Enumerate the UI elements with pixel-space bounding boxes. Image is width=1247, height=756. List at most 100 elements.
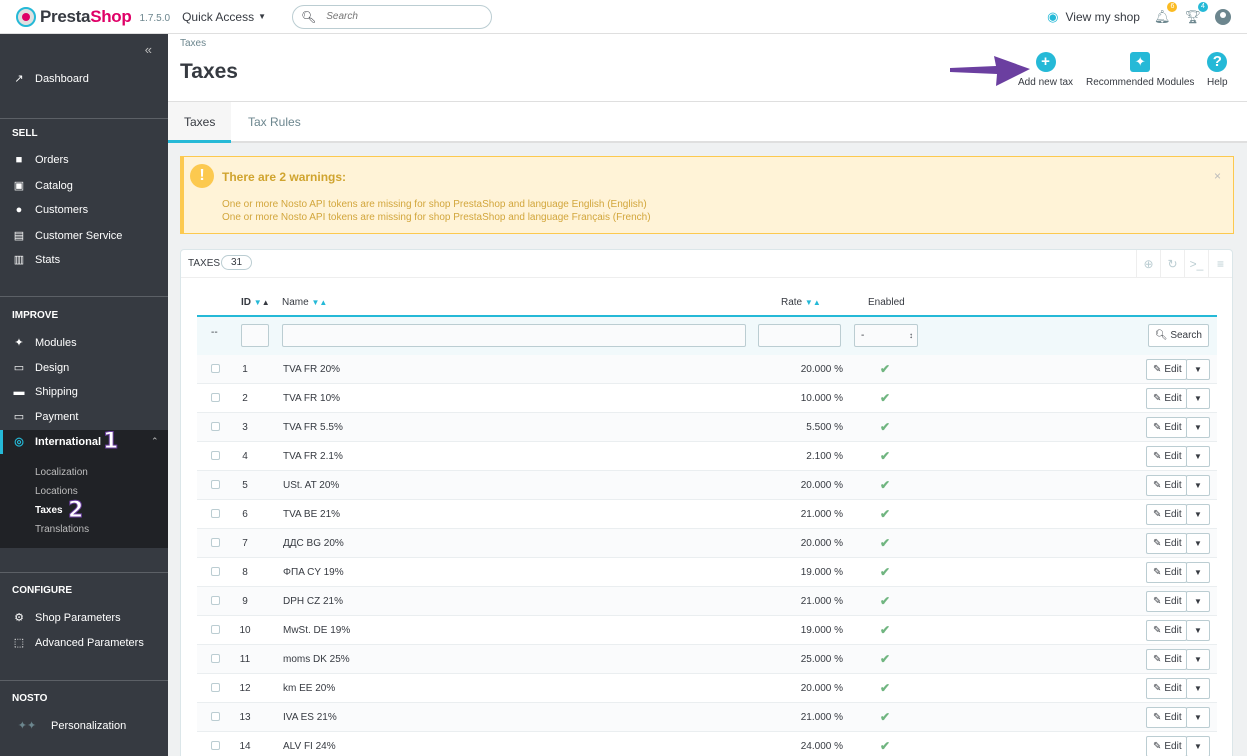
column-header-name[interactable]: Name ▼▲	[282, 297, 327, 308]
row-actions-dropdown[interactable]: ▼	[1186, 707, 1210, 728]
edit-button[interactable]: ✎ Edit	[1146, 591, 1187, 612]
column-header-id[interactable]: ID ▼▲	[241, 297, 270, 308]
edit-button[interactable]: ✎ Edit	[1146, 533, 1187, 554]
sql-terminal-icon[interactable]: >_	[1184, 250, 1208, 278]
sidebar-item-international[interactable]: ◎ International	[12, 435, 101, 449]
row-checkbox[interactable]	[211, 509, 220, 518]
edit-button[interactable]: ✎ Edit	[1146, 707, 1187, 728]
sidebar-item-shipping[interactable]: ▬ Shipping	[12, 386, 78, 398]
sidebar-item-stats[interactable]: ▥ Stats	[12, 253, 60, 267]
collapse-sidebar-icon[interactable]: «	[145, 42, 152, 57]
row-checkbox[interactable]	[211, 451, 220, 460]
search-button[interactable]: 🔍︎ Search	[1147, 324, 1209, 347]
sort-asc-icon[interactable]: ▲	[262, 298, 270, 307]
row-actions-dropdown[interactable]: ▼	[1186, 533, 1210, 554]
row-actions-dropdown[interactable]: ▼	[1186, 446, 1210, 467]
sidebar-subitem-taxes[interactable]: Taxes	[35, 505, 63, 516]
row-actions-dropdown[interactable]: ▼	[1186, 649, 1210, 670]
quick-access-dropdown[interactable]: Quick Access ▼	[182, 10, 266, 24]
edit-button[interactable]: ✎ Edit	[1146, 504, 1187, 525]
sidebar-item-shop-parameters[interactable]: ⚙ Shop Parameters	[12, 611, 121, 625]
edit-button[interactable]: ✎ Edit	[1146, 446, 1187, 467]
row-checkbox[interactable]	[211, 364, 220, 373]
sort-asc-icon[interactable]: ▲	[319, 298, 327, 307]
customers-notification-button[interactable]: 🏆︎ 4	[1184, 2, 1208, 25]
database-icon[interactable]: ≡	[1208, 250, 1232, 278]
enabled-check-icon[interactable]: ✔	[880, 449, 890, 463]
search-input[interactable]	[326, 11, 477, 22]
table-row[interactable]: 10 MwSt. DE 19% 19.000 % ✔ ✎ Edit ▼	[197, 616, 1217, 645]
column-header-rate[interactable]: Rate ▼▲	[781, 297, 821, 308]
sort-desc-icon[interactable]: ▼	[805, 298, 813, 307]
row-checkbox[interactable]	[211, 654, 220, 663]
row-actions-dropdown[interactable]: ▼	[1186, 417, 1210, 438]
row-actions-dropdown[interactable]: ▼	[1186, 562, 1210, 583]
enabled-check-icon[interactable]: ✔	[880, 420, 890, 434]
filter-rate-input[interactable]	[758, 324, 841, 347]
edit-button[interactable]: ✎ Edit	[1146, 678, 1187, 699]
filter-enabled-select[interactable]: - ↕	[854, 324, 918, 347]
sidebar-subitem-translations[interactable]: Translations	[35, 524, 89, 535]
sidebar-subitem-locations[interactable]: Locations	[35, 486, 78, 497]
edit-button[interactable]: ✎ Edit	[1146, 359, 1187, 380]
edit-button[interactable]: ✎ Edit	[1146, 649, 1187, 670]
row-checkbox[interactable]	[211, 712, 220, 721]
enabled-check-icon[interactable]: ✔	[880, 623, 890, 637]
row-actions-dropdown[interactable]: ▼	[1186, 504, 1210, 525]
edit-button[interactable]: ✎ Edit	[1146, 562, 1187, 583]
sort-asc-icon[interactable]: ▲	[813, 298, 821, 307]
sidebar-item-design[interactable]: ▭ Design	[12, 361, 69, 375]
prestashop-logo[interactable]: PrestaShop	[16, 6, 132, 27]
table-row[interactable]: 3 TVA FR 5.5% 5.500 % ✔ ✎ Edit ▼	[197, 413, 1217, 442]
table-row[interactable]: 12 km EE 20% 20.000 % ✔ ✎ Edit ▼	[197, 674, 1217, 703]
recommended-modules-button[interactable]: ✦ Recommended Modules	[1086, 52, 1194, 88]
sidebar-item-modules[interactable]: ✦ Modules	[12, 336, 76, 350]
enabled-check-icon[interactable]: ✔	[880, 536, 890, 550]
table-row[interactable]: 7 ДДС BG 20% 20.000 % ✔ ✎ Edit ▼	[197, 529, 1217, 558]
enabled-check-icon[interactable]: ✔	[880, 652, 890, 666]
table-row[interactable]: 2 TVA FR 10% 10.000 % ✔ ✎ Edit ▼	[197, 384, 1217, 413]
sidebar-item-personalization[interactable]: ✦✦ Personalization	[12, 719, 126, 733]
user-account-icon[interactable]	[1215, 9, 1231, 25]
row-actions-dropdown[interactable]: ▼	[1186, 678, 1210, 699]
sidebar-item-orders[interactable]: ■ Orders	[12, 154, 69, 166]
table-row[interactable]: 13 IVA ES 21% 21.000 % ✔ ✎ Edit ▼	[197, 703, 1217, 732]
enabled-check-icon[interactable]: ✔	[880, 478, 890, 492]
row-checkbox[interactable]	[211, 422, 220, 431]
row-checkbox[interactable]	[211, 683, 220, 692]
sidebar-subitem-localization[interactable]: Localization	[35, 467, 88, 478]
sidebar-item-customer-service[interactable]: ▤ Customer Service	[12, 229, 123, 243]
table-row[interactable]: 5 USt. AT 20% 20.000 % ✔ ✎ Edit ▼	[197, 471, 1217, 500]
edit-button[interactable]: ✎ Edit	[1146, 475, 1187, 496]
orders-notification-button[interactable]: 🔔︎ 6	[1154, 2, 1178, 25]
enabled-check-icon[interactable]: ✔	[880, 710, 890, 724]
view-my-shop-link[interactable]: ◉ View my shop	[1047, 9, 1140, 25]
row-checkbox[interactable]	[211, 741, 220, 750]
table-row[interactable]: 4 TVA FR 2.1% 2.100 % ✔ ✎ Edit ▼	[197, 442, 1217, 471]
row-actions-dropdown[interactable]: ▼	[1186, 736, 1210, 756]
enabled-check-icon[interactable]: ✔	[880, 681, 890, 695]
enabled-check-icon[interactable]: ✔	[880, 391, 890, 405]
table-row[interactable]: 11 moms DK 25% 25.000 % ✔ ✎ Edit ▼	[197, 645, 1217, 674]
header-search[interactable]: 🔍︎	[292, 4, 493, 29]
sidebar-item-catalog[interactable]: ▣ Catalog	[12, 179, 73, 193]
table-row[interactable]: 8 ΦΠΑ CY 19% 19.000 % ✔ ✎ Edit ▼	[197, 558, 1217, 587]
row-actions-dropdown[interactable]: ▼	[1186, 475, 1210, 496]
row-checkbox[interactable]	[211, 538, 220, 547]
sort-desc-icon[interactable]: ▼	[254, 298, 262, 307]
enabled-check-icon[interactable]: ✔	[880, 507, 890, 521]
row-actions-dropdown[interactable]: ▼	[1186, 359, 1210, 380]
row-checkbox[interactable]	[211, 596, 220, 605]
filter-id-input[interactable]	[241, 324, 269, 347]
sidebar-item-payment[interactable]: ▭ Payment	[12, 410, 79, 424]
enabled-check-icon[interactable]: ✔	[880, 565, 890, 579]
sidebar-item-advanced-parameters[interactable]: ⬚ Advanced Parameters	[12, 636, 144, 650]
edit-button[interactable]: ✎ Edit	[1146, 736, 1187, 756]
table-row[interactable]: 1 TVA FR 20% 20.000 % ✔ ✎ Edit ▼	[197, 355, 1217, 384]
row-actions-dropdown[interactable]: ▼	[1186, 388, 1210, 409]
row-checkbox[interactable]	[211, 567, 220, 576]
row-actions-dropdown[interactable]: ▼	[1186, 620, 1210, 641]
sidebar-item-customers[interactable]: ● Customers	[12, 204, 89, 216]
row-checkbox[interactable]	[211, 625, 220, 634]
edit-button[interactable]: ✎ Edit	[1146, 417, 1187, 438]
